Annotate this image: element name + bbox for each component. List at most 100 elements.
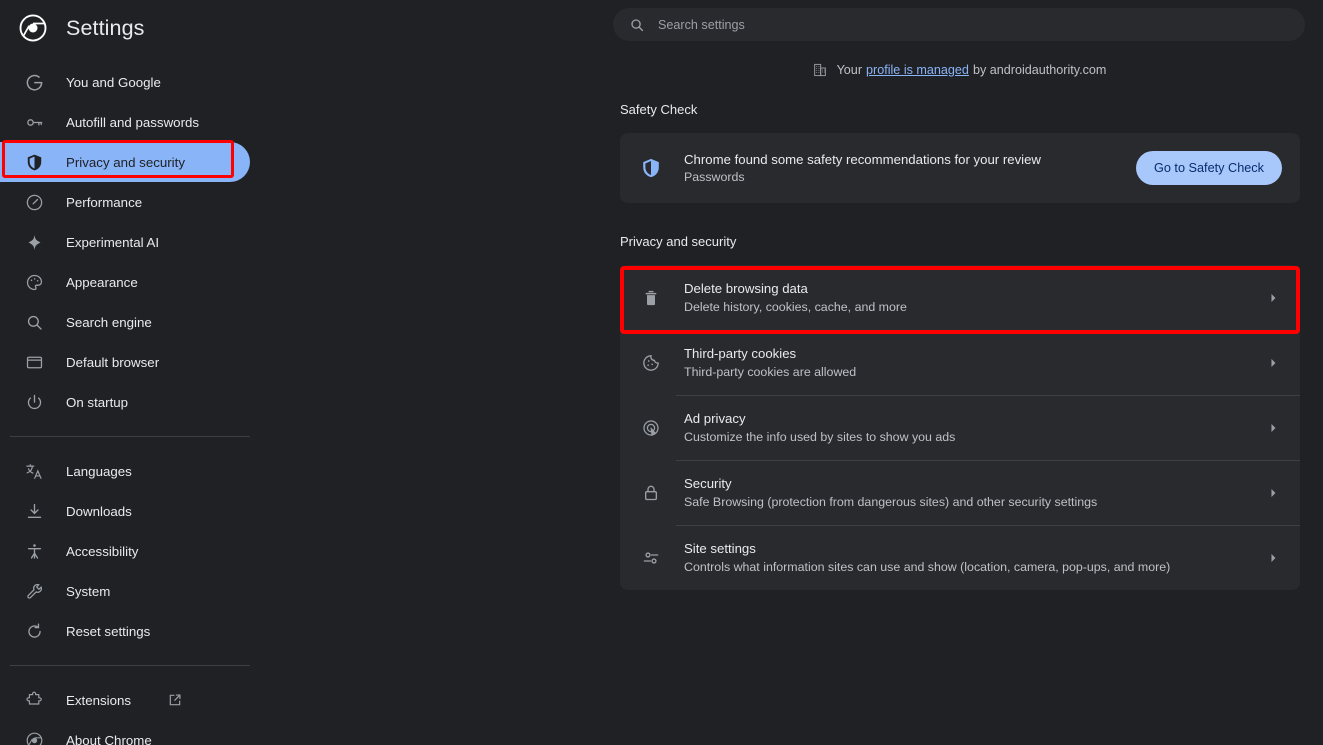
settings-main-content: Search settings Your profile is managed …	[280, 0, 1323, 745]
chrome-logo-icon	[18, 13, 48, 43]
chevron-right-icon	[1266, 421, 1280, 435]
privacy-row-text-block: Delete browsing data Delete history, coo…	[684, 281, 1266, 314]
search-input[interactable]: Search settings	[613, 8, 1305, 41]
open-in-new-icon[interactable]	[167, 692, 183, 708]
search-placeholder-text: Search settings	[658, 17, 745, 32]
sidebar-item-languages[interactable]: Languages	[0, 451, 250, 491]
sidebar-item-performance[interactable]: Performance	[0, 182, 250, 222]
sidebar-item-on-startup[interactable]: On startup	[0, 382, 250, 422]
sidebar-item-label: Privacy and security	[66, 154, 185, 170]
sidebar-divider-2	[10, 665, 250, 666]
sidebar-item-privacy-and-security[interactable]: Privacy and security	[0, 142, 250, 182]
sparkle-icon	[24, 232, 44, 252]
profile-is-managed-link[interactable]: profile is managed	[866, 63, 969, 77]
chevron-right-icon	[1266, 486, 1280, 500]
sidebar-item-label: Performance	[66, 194, 143, 210]
restore-icon	[24, 621, 44, 641]
chevron-right-icon	[1266, 356, 1280, 370]
google-g-icon	[24, 72, 44, 92]
sidebar-item-extensions[interactable]: Extensions	[0, 680, 250, 720]
privacy-row-subtitle: Delete history, cookies, cache, and more	[684, 300, 907, 314]
sidebar-item-search-engine[interactable]: Search engine	[0, 302, 250, 342]
privacy-row-third-party-cookies[interactable]: Third-party cookies Third-party cookies …	[620, 330, 1300, 395]
sidebar-item-reset-settings[interactable]: Reset settings	[0, 611, 250, 651]
speedometer-icon	[24, 192, 44, 212]
chevron-right-icon	[1266, 291, 1280, 305]
sidebar-item-autofill-and-passwords[interactable]: Autofill and passwords	[0, 102, 250, 142]
sidebar-item-label: System	[66, 583, 111, 599]
sidebar-item-label: Search engine	[66, 314, 152, 330]
accessibility-icon	[24, 541, 44, 561]
managed-profile-notice: Your profile is managed by androidauthor…	[613, 62, 1305, 78]
sidebar-item-appearance[interactable]: Appearance	[0, 262, 250, 302]
sidebar-item-you-and-google[interactable]: You and Google	[0, 62, 250, 102]
translate-icon	[24, 461, 44, 481]
safety-check-text-block: Chrome found some safety recommendations…	[684, 152, 1136, 184]
sidebar-item-label: About Chrome	[66, 732, 152, 745]
palette-icon	[24, 272, 44, 292]
settings-sidebar: Settings You and Google Autofill and pas…	[0, 0, 280, 745]
sidebar-divider-1	[10, 436, 250, 437]
privacy-row-text-block: Site settings Controls what information …	[684, 541, 1266, 574]
privacy-row-text-block: Ad privacy Customize the info used by si…	[684, 411, 1266, 444]
tune-icon	[640, 547, 662, 569]
sidebar-item-label: Autofill and passwords	[66, 114, 200, 130]
page-title: Settings	[66, 15, 145, 40]
privacy-row-text-block: Security Safe Browsing (protection from …	[684, 476, 1266, 509]
sidebar-nav-secondary: Languages Downloads Accessibility System…	[0, 451, 280, 651]
safety-check-title: Chrome found some safety recommendations…	[684, 152, 1041, 167]
privacy-row-site-settings[interactable]: Site settings Controls what information …	[620, 525, 1300, 590]
privacy-row-ad-privacy[interactable]: Ad privacy Customize the info used by si…	[620, 395, 1300, 460]
magnifier-icon	[24, 312, 44, 332]
sidebar-item-default-browser[interactable]: Default browser	[0, 342, 250, 382]
privacy-row-subtitle: Customize the info used by sites to show…	[684, 430, 956, 444]
search-icon	[629, 17, 645, 33]
privacy-row-delete-browsing-data[interactable]: Delete browsing data Delete history, coo…	[620, 265, 1300, 330]
sidebar-item-label: On startup	[66, 394, 129, 410]
download-icon	[24, 501, 44, 521]
privacy-row-title: Security	[684, 476, 732, 491]
privacy-row-title: Third-party cookies	[684, 346, 797, 361]
wrench-icon	[24, 581, 44, 601]
shield-icon	[24, 152, 44, 172]
sidebar-item-label: Appearance	[66, 274, 138, 290]
sidebar-item-label: Default browser	[66, 354, 160, 370]
privacy-row-subtitle: Safe Browsing (protection from dangerous…	[684, 495, 1098, 509]
chrome-logo-icon	[24, 730, 44, 745]
safety-check-subtitle: Passwords	[684, 170, 745, 184]
sidebar-item-experimental-ai[interactable]: Experimental AI	[0, 222, 250, 262]
sidebar-item-label: Extensions	[66, 692, 132, 708]
sidebar-item-label: Accessibility	[66, 543, 139, 559]
key-icon	[24, 112, 44, 132]
sidebar-item-system[interactable]: System	[0, 571, 250, 611]
sidebar-nav-tertiary: Extensions About Chrome	[0, 680, 280, 745]
lock-icon	[640, 482, 662, 504]
privacy-row-title: Delete browsing data	[684, 281, 808, 296]
privacy-row-text-block: Third-party cookies Third-party cookies …	[684, 346, 1266, 379]
sidebar-item-label: Experimental AI	[66, 234, 160, 250]
ad-privacy-icon	[640, 417, 662, 439]
shield-icon	[640, 157, 662, 179]
trash-icon	[640, 287, 662, 309]
privacy-row-security[interactable]: Security Safe Browsing (protection from …	[620, 460, 1300, 525]
privacy-row-subtitle: Third-party cookies are allowed	[684, 365, 857, 379]
puzzle-icon	[24, 690, 44, 710]
sidebar-item-accessibility[interactable]: Accessibility	[0, 531, 250, 571]
managed-suffix-text: by androidauthority.com	[972, 63, 1107, 77]
safety-check-card: Chrome found some safety recommendations…	[620, 133, 1300, 203]
sidebar-item-downloads[interactable]: Downloads	[0, 491, 250, 531]
go-to-safety-check-button[interactable]: Go to Safety Check	[1135, 151, 1282, 185]
brand-header: Settings	[0, 0, 280, 56]
sidebar-item-label: Languages	[66, 463, 132, 479]
sidebar-item-label: Downloads	[66, 503, 132, 519]
sidebar-item-about-chrome[interactable]: About Chrome	[0, 720, 250, 745]
sidebar-nav-primary: You and Google Autofill and passwords Pr…	[0, 62, 280, 422]
sidebar-item-label: You and Google	[66, 74, 161, 90]
power-icon	[24, 392, 44, 412]
safety-check-section-label: Safety Check	[620, 102, 698, 117]
privacy-row-subtitle: Controls what information sites can use …	[684, 560, 1171, 574]
building-icon	[812, 62, 828, 78]
chevron-right-icon	[1266, 551, 1280, 565]
privacy-and-security-section-label: Privacy and security	[620, 234, 737, 249]
privacy-row-title: Site settings	[684, 541, 756, 556]
